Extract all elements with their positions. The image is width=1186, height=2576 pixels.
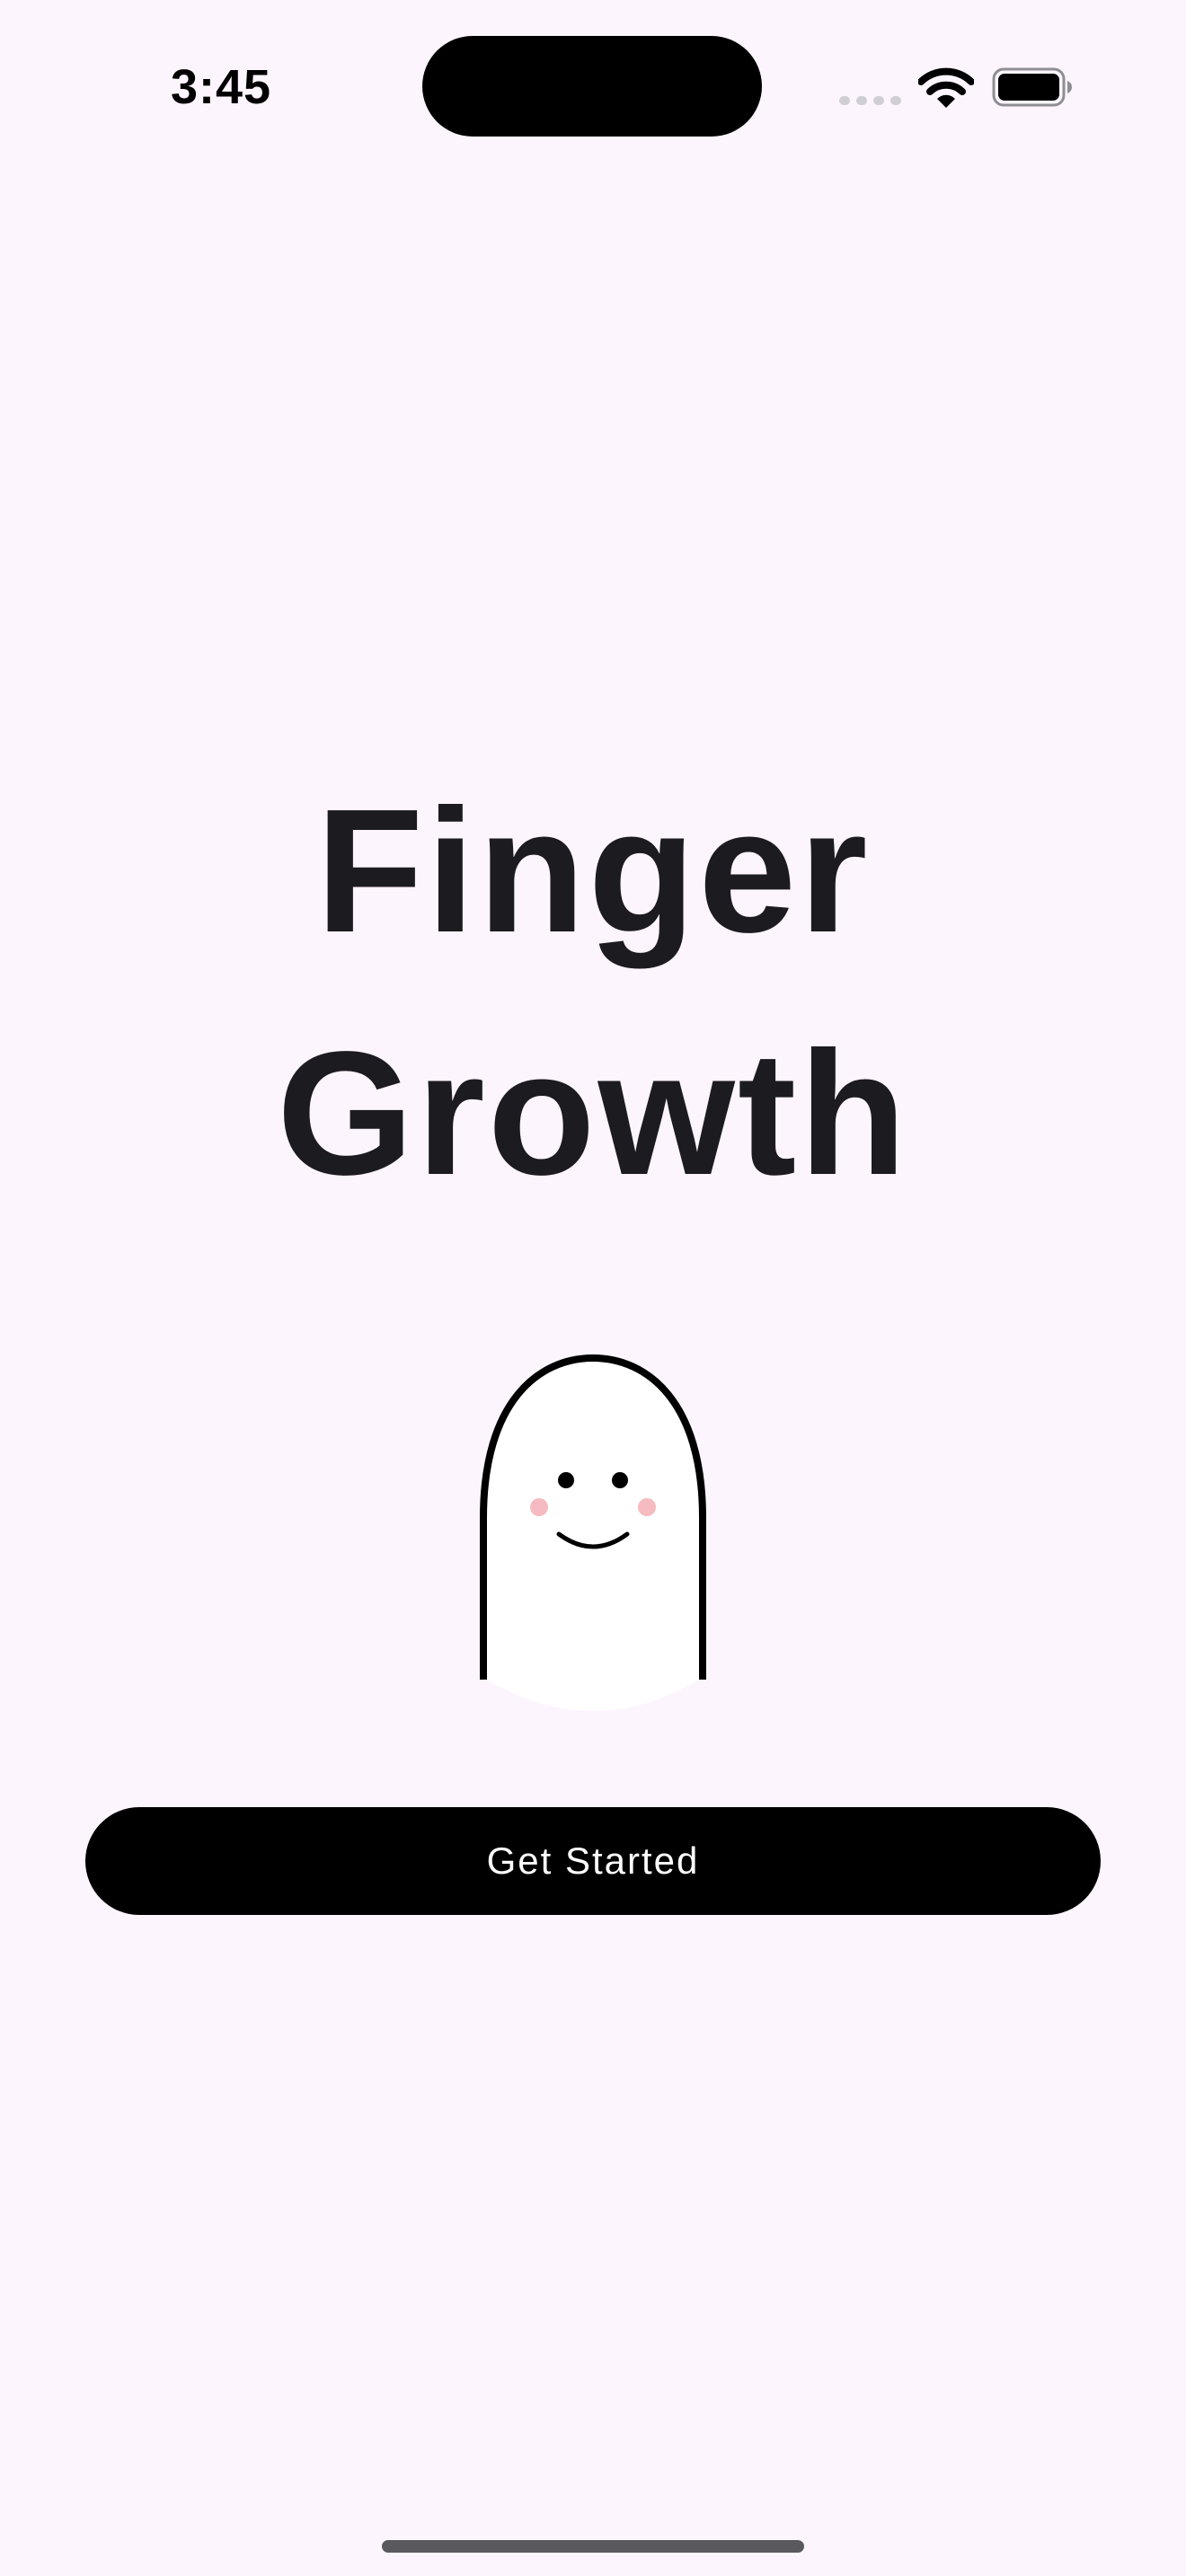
welcome-screen: 3:45 Finger Growth Get Started	[0, 0, 1186, 2576]
cellular-signal-icon	[839, 96, 901, 105]
app-title: Finger Growth	[277, 772, 909, 1212]
dynamic-island	[422, 36, 762, 137]
get-started-button[interactable]: Get Started	[85, 1807, 1101, 1915]
finger-mascot-icon	[480, 1354, 706, 1711]
status-time: 3:45	[171, 60, 272, 114]
wifi-icon	[918, 67, 974, 108]
battery-icon	[992, 67, 1072, 107]
home-indicator[interactable]	[382, 2540, 804, 2553]
